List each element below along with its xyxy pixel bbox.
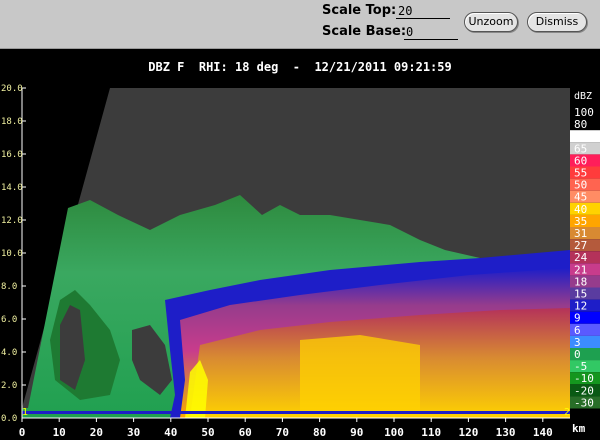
- y-tick-label: 18.0: [1, 117, 23, 127]
- x-axis-ticks: 0 10 20 30 40 50 60 70 80 90 100 110 120 130 140: [19, 418, 553, 439]
- x-tick-label: 90: [350, 426, 363, 439]
- colorbar-label: 70: [574, 130, 587, 143]
- colorbar-label: 15: [574, 288, 587, 301]
- colorbar-label: 9: [574, 312, 581, 325]
- x-tick-label: 40: [164, 426, 177, 439]
- colorbar-label: -5: [574, 360, 587, 373]
- colorbar-label: 45: [574, 191, 587, 204]
- colorbar-label: 35: [574, 215, 587, 228]
- corner-label-right: 2: [564, 407, 570, 418]
- corner-label-left: 1: [22, 407, 28, 418]
- y-tick-label: 12.0: [1, 216, 23, 226]
- colorbar-label: 6: [574, 324, 581, 337]
- colorbar-label: 50: [574, 179, 587, 192]
- x-tick-label: 0: [19, 426, 26, 439]
- y-tick-label: 16.0: [1, 150, 23, 160]
- x-tick-label: 10: [53, 426, 66, 439]
- y-tick-label: 10.0: [1, 249, 23, 259]
- colorbar-label: 24: [574, 251, 588, 264]
- colorbar-label: -20: [574, 384, 594, 397]
- colorbar-label: 80: [574, 118, 587, 131]
- x-unit-label: km: [572, 422, 586, 435]
- y-tick-label: 14.0: [1, 183, 23, 193]
- colorbar-label: 27: [574, 239, 587, 252]
- colorbar-label: 100: [574, 106, 594, 119]
- y-tick-label: 2.0: [1, 381, 17, 391]
- x-tick-label: 70: [276, 426, 289, 439]
- colorbar-label: 21: [574, 263, 587, 276]
- x-tick-label: 50: [201, 426, 214, 439]
- surface-echo: [22, 411, 570, 414]
- colorbar-label: -10: [574, 372, 594, 385]
- y-tick-label: 0.0: [1, 414, 17, 424]
- colorbar-label: 12: [574, 300, 587, 313]
- y-tick-label: 20.0: [1, 84, 23, 94]
- colorbar-label: 65: [574, 142, 587, 155]
- rhi-plot: 0.02.04.06.08.010.012.014.016.018.020.0 …: [1, 84, 600, 439]
- colorbar-label: 31: [574, 227, 587, 240]
- colorbar-label: 55: [574, 167, 587, 180]
- colorbar-label: 18: [574, 275, 587, 288]
- x-tick-label: 110: [421, 426, 441, 439]
- colorbar-label: 3: [574, 336, 581, 349]
- x-tick-label: 140: [533, 426, 553, 439]
- colorbar-label: -30: [574, 396, 594, 409]
- colorbar-label: 40: [574, 203, 587, 216]
- x-tick-label: 80: [313, 426, 326, 439]
- colorbar: 100807065605550454035312724211815129630-…: [570, 106, 600, 409]
- y-tick-label: 8.0: [1, 282, 17, 292]
- y-tick-label: 6.0: [1, 315, 17, 325]
- x-tick-label: 100: [384, 426, 404, 439]
- x-tick-label: 120: [458, 426, 478, 439]
- x-tick-label: 130: [496, 426, 516, 439]
- x-tick-label: 60: [239, 426, 252, 439]
- colorbar-label: 60: [574, 154, 587, 167]
- x-tick-label: 30: [127, 426, 140, 439]
- colorbar-unit: dBZ: [574, 91, 592, 102]
- colorbar-label: 0: [574, 348, 581, 361]
- x-tick-label: 20: [90, 426, 103, 439]
- y-tick-label: 4.0: [1, 348, 17, 358]
- intense-core: [300, 335, 420, 418]
